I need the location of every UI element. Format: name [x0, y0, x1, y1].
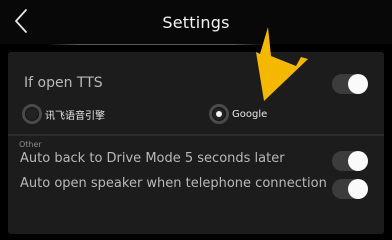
title-divider [46, 44, 266, 45]
page-title: Settings [162, 13, 230, 32]
radio-circle-selected [209, 104, 229, 124]
auto-back-label: Auto back to Drive Mode 5 seconds later [20, 151, 285, 166]
section-label-other: Other [19, 140, 42, 149]
auto-speaker-toggle[interactable] [332, 179, 368, 199]
tts-label: If open TTS [24, 75, 103, 91]
toggle-knob [348, 74, 368, 94]
engine-label-xunfei: 讯飞语音引擎 [45, 110, 105, 122]
section-divider [8, 134, 384, 136]
arrow-pointer-icon [256, 27, 308, 101]
engine-radio-google[interactable]: Google [209, 104, 268, 124]
toggle-knob [348, 179, 368, 199]
radio-circle [22, 104, 42, 124]
engine-radio-xunfei[interactable]: 讯飞语音引擎 [22, 104, 105, 124]
radio-dot [216, 111, 222, 117]
title-bar: Settings [0, 0, 392, 45]
tts-toggle[interactable] [332, 74, 368, 94]
settings-screen: Settings If open TTS 讯飞语音引擎 Google Other… [0, 0, 392, 240]
auto-speaker-label: Auto open speaker when telephone connect… [20, 176, 327, 191]
toggle-knob [348, 151, 368, 171]
engine-label-google: Google [232, 108, 268, 120]
settings-panel: If open TTS 讯飞语音引擎 Google Other Auto bac… [8, 52, 384, 234]
auto-back-toggle[interactable] [332, 151, 368, 171]
